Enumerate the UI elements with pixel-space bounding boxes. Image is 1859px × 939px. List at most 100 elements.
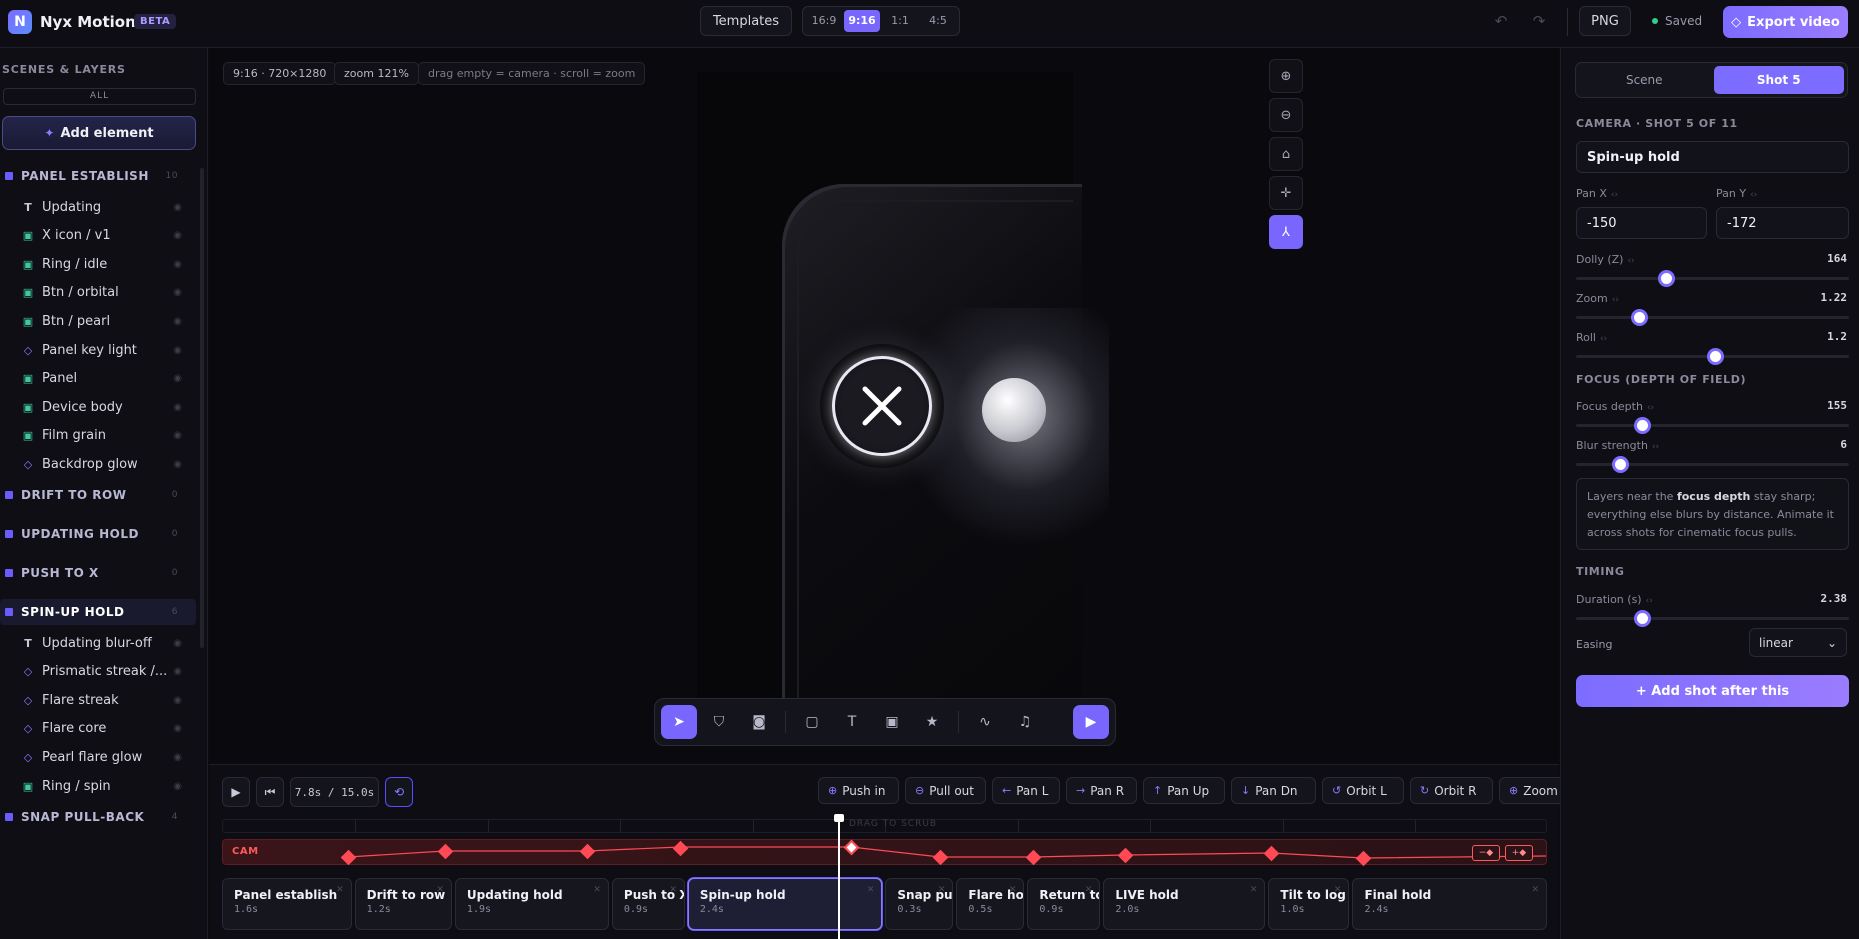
pan-x-input[interactable]: -150: [1576, 207, 1707, 239]
camera-move-orbit-l-button[interactable]: ↺ Orbit L: [1322, 777, 1404, 804]
close-icon[interactable]: ✕: [593, 885, 601, 895]
aspect-1-1[interactable]: 1:1: [882, 10, 918, 32]
scene-group-panel-establish[interactable]: PANEL ESTABLISH 10: [0, 163, 196, 189]
shot-card[interactable]: Flare hold0.5s✕: [956, 878, 1025, 930]
camera-track[interactable]: CAM −◆ +◆: [222, 839, 1547, 867]
duration-slider[interactable]: [1576, 610, 1849, 627]
aspect-16-9[interactable]: 16:9: [806, 10, 842, 32]
layer-item[interactable]: ◇ Panel key light ◉: [0, 335, 196, 365]
shot-card[interactable]: Drift to row 1.2s ✕: [354, 878, 452, 930]
scene-group-push-to-x[interactable]: PUSH TO X 0: [0, 560, 196, 586]
camera-move-pan-l-button[interactable]: ← Pan L: [992, 777, 1060, 804]
eye-icon[interactable]: ◉: [173, 723, 182, 734]
remove-keyframe-button[interactable]: −◆: [1472, 845, 1500, 861]
zoom-in-icon[interactable]: ⊕: [1269, 59, 1303, 93]
eye-icon[interactable]: ◉: [173, 695, 182, 706]
camera-move-pull-out-button[interactable]: ⊖ Pull out: [905, 777, 986, 804]
eye-icon[interactable]: ◉: [173, 345, 182, 356]
close-icon[interactable]: ✕: [938, 885, 946, 895]
add-shot-button[interactable]: + Add shot after this: [1576, 675, 1849, 707]
image-tool-icon[interactable]: ▣: [874, 705, 910, 739]
camera-move-pan-up-button[interactable]: ↑ Pan Up: [1143, 777, 1225, 804]
slider-handle[interactable]: [1630, 309, 1648, 326]
camera-move-pan-dn-button[interactable]: ↓ Pan Dn: [1231, 777, 1316, 804]
slider-handle[interactable]: [1633, 417, 1651, 434]
layer-item[interactable]: ◇ Flare streak ◉: [0, 685, 196, 715]
close-icon[interactable]: ✕: [436, 885, 444, 895]
aspect-9-16[interactable]: 9:16: [844, 10, 880, 32]
add-element-button[interactable]: ✦ Add element: [2, 116, 196, 150]
skip-start-icon[interactable]: ⏮: [256, 777, 284, 807]
close-icon[interactable]: ✕: [1531, 885, 1539, 895]
close-icon[interactable]: ✕: [1085, 885, 1093, 895]
blur-strength-slider[interactable]: [1576, 456, 1849, 473]
axes-icon[interactable]: ⅄: [1269, 215, 1303, 249]
eye-icon[interactable]: ◉: [173, 287, 182, 298]
close-icon[interactable]: ✕: [669, 885, 677, 895]
shot-card[interactable]: Spin-up hold 2.4s ✕: [687, 878, 883, 930]
scene-group-snap-pull-back[interactable]: SNAP PULL-BACK 4: [0, 804, 196, 830]
shot-card[interactable]: Tilt to log 1.0s ✕: [1268, 878, 1350, 930]
rectangle-tool-icon[interactable]: ▢: [794, 705, 830, 739]
layer-item[interactable]: ◇ Flare core ◉: [0, 714, 196, 744]
waveform-tool-icon[interactable]: ∿: [967, 705, 1003, 739]
sidebar-scrollbar[interactable]: [200, 168, 204, 648]
close-icon[interactable]: ✕: [867, 885, 875, 895]
pan-y-input[interactable]: -172: [1716, 207, 1849, 239]
eye-icon[interactable]: ◉: [173, 752, 182, 763]
shot-card[interactable]: Push to X 0.9s ✕: [611, 878, 685, 930]
undo-icon[interactable]: ↶: [1488, 8, 1514, 34]
tab-shot[interactable]: Shot 5: [1713, 66, 1844, 94]
shot-name-input[interactable]: Spin-up hold: [1576, 141, 1849, 173]
eye-icon[interactable]: ◉: [173, 459, 182, 470]
roll-slider[interactable]: [1576, 348, 1849, 365]
home-icon[interactable]: ⌂: [1269, 137, 1303, 171]
play-icon[interactable]: ▶: [222, 777, 250, 807]
shot-card[interactable]: Panel establish 1.6s ✕: [222, 878, 352, 930]
shot-card[interactable]: Updating hold 1.9s ✕: [454, 878, 609, 930]
layer-item[interactable]: ▣ Ring / spin ◉: [0, 771, 196, 801]
format-png-button[interactable]: PNG: [1579, 6, 1631, 36]
slider-handle[interactable]: [1611, 456, 1629, 473]
eye-icon[interactable]: ◉: [173, 202, 182, 213]
focus-depth-slider[interactable]: [1576, 417, 1849, 434]
camera-move-push-in-button[interactable]: ⊕ Push in: [818, 777, 899, 804]
star-tool-icon[interactable]: ★: [914, 705, 950, 739]
play-preview-icon[interactable]: ▶: [1073, 705, 1109, 739]
text-tool-icon[interactable]: T: [834, 705, 870, 739]
layer-item[interactable]: ▣ X icon / v1 ◉: [0, 221, 196, 251]
layer-item[interactable]: T Updating ◉: [0, 192, 196, 222]
layer-item[interactable]: ◇ Prismatic streak /... ◉: [0, 657, 196, 687]
tab-scene[interactable]: Scene: [1579, 66, 1710, 94]
scene-group-updating-hold[interactable]: UPDATING HOLD 0: [0, 521, 196, 547]
filter-all-button[interactable]: ALL: [3, 88, 196, 105]
layer-item[interactable]: ▣ Btn / pearl ◉: [0, 306, 196, 336]
close-icon[interactable]: ✕: [1334, 885, 1342, 895]
zoom-out-icon[interactable]: ⊖: [1269, 98, 1303, 132]
eye-icon[interactable]: ◉: [173, 316, 182, 327]
playhead-handle[interactable]: [834, 814, 844, 822]
loop-icon[interactable]: ⟲: [385, 777, 413, 807]
redo-icon[interactable]: ↷: [1526, 8, 1552, 34]
slider-handle[interactable]: [1658, 270, 1676, 287]
eye-icon[interactable]: ◉: [173, 373, 182, 384]
camera-tool-icon[interactable]: ◙: [741, 705, 777, 739]
dolly-slider[interactable]: [1576, 270, 1849, 287]
templates-button[interactable]: Templates: [700, 6, 792, 36]
eye-icon[interactable]: ◉: [173, 430, 182, 441]
layer-item[interactable]: T Updating blur-off ◉: [0, 628, 196, 658]
eye-icon[interactable]: ◉: [173, 402, 182, 413]
layer-item[interactable]: ▣ Ring / idle ◉: [0, 249, 196, 279]
canvas-stage[interactable]: 9:16 · 720×1280 zoom 121% drag empty = c…: [209, 48, 1559, 764]
aspect-4-5[interactable]: 4:5: [920, 10, 956, 32]
easing-select[interactable]: linear ⌄: [1749, 628, 1847, 657]
scene-group-spin-up-hold[interactable]: SPIN-UP HOLD 6: [0, 599, 196, 625]
layer-item[interactable]: ▣ Btn / orbital ◉: [0, 278, 196, 308]
shot-card[interactable]: Return to X0.9s✕: [1027, 878, 1101, 930]
slider-handle[interactable]: [1707, 348, 1725, 365]
eye-icon[interactable]: ◉: [173, 638, 182, 649]
select-tool-icon[interactable]: ➤: [661, 705, 697, 739]
add-keyframe-button[interactable]: +◆: [1505, 845, 1533, 861]
eye-icon[interactable]: ◉: [173, 230, 182, 241]
playhead[interactable]: [838, 814, 840, 939]
